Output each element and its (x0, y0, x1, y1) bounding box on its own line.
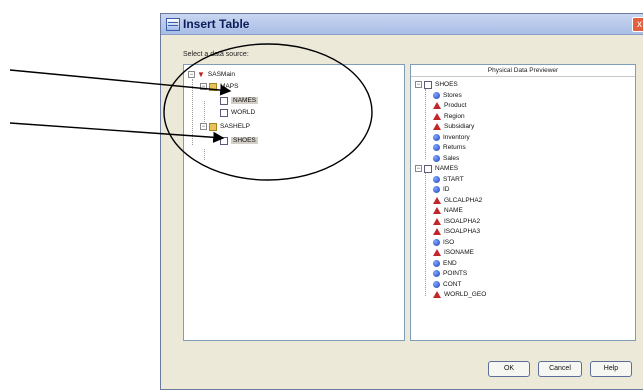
annotation-arrow (9, 69, 232, 96)
highlight-ellipse (163, 43, 373, 181)
annotation-overlay (9, 43, 373, 181)
annotation-arrow (9, 122, 225, 143)
